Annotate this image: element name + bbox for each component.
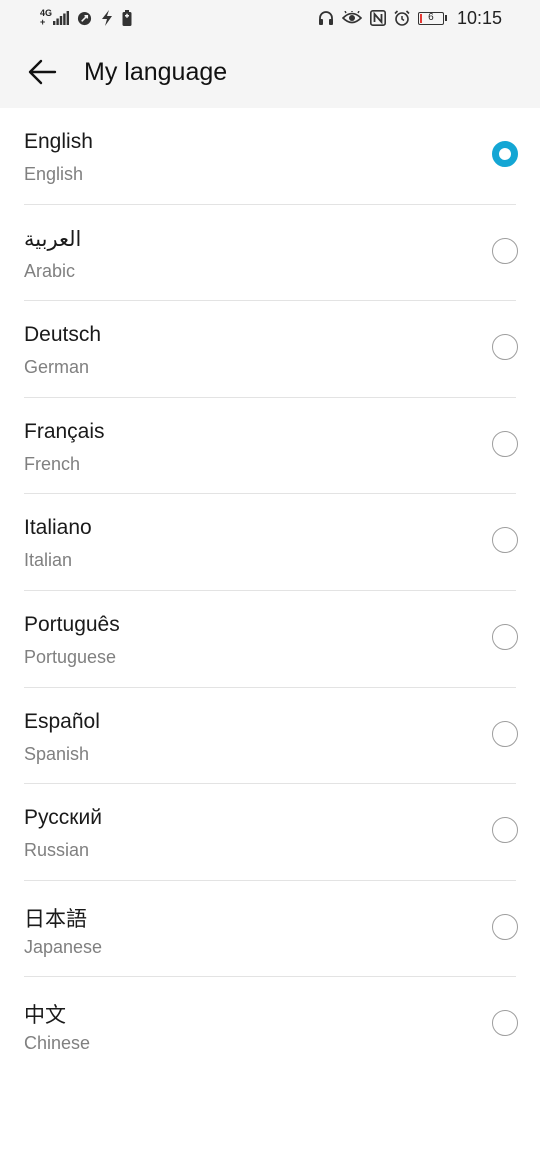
flash-icon bbox=[100, 8, 114, 28]
radio-button[interactable] bbox=[492, 334, 518, 361]
radio-button[interactable] bbox=[492, 913, 518, 940]
radio-button[interactable] bbox=[492, 527, 518, 554]
page-title: My language bbox=[84, 57, 228, 86]
status-bar-left: 4G + bbox=[40, 8, 132, 28]
language-list: English English العربية Arabic Deutsch G… bbox=[0, 108, 540, 1074]
eye-comfort-icon bbox=[341, 8, 362, 28]
battery-saver-icon bbox=[122, 8, 132, 28]
network-activity-label: + bbox=[40, 17, 46, 27]
app-bar: My language bbox=[0, 36, 540, 108]
headset-icon bbox=[318, 8, 334, 28]
language-option-german[interactable]: Deutsch German bbox=[0, 301, 540, 398]
radio-button[interactable] bbox=[492, 237, 518, 264]
language-option-chinese[interactable]: 中文 Chinese bbox=[0, 977, 540, 1074]
signal-icon: 4G + bbox=[40, 8, 70, 28]
clock: 10:15 bbox=[456, 7, 502, 28]
language-native-name: Français bbox=[24, 419, 105, 443]
language-native-name: Deutsch bbox=[24, 323, 102, 347]
battery-level-text: 6 bbox=[428, 11, 434, 23]
radio-button[interactable] bbox=[492, 720, 518, 747]
language-option-spanish[interactable]: Español Spanish bbox=[0, 688, 540, 785]
battery-icon: 6 bbox=[417, 11, 447, 25]
language-english-name: Chinese bbox=[24, 1033, 91, 1054]
language-option-russian[interactable]: Русский Russian bbox=[0, 784, 540, 881]
language-native-name: English bbox=[24, 130, 93, 153]
radio-button[interactable] bbox=[492, 1010, 518, 1037]
network-type: 4G + bbox=[40, 9, 52, 27]
language-english-name: French bbox=[24, 453, 81, 474]
language-native-name: 日本語 bbox=[24, 907, 87, 931]
alarm-icon bbox=[394, 8, 410, 28]
radio-button[interactable] bbox=[492, 623, 518, 650]
data-saver-icon bbox=[77, 8, 92, 28]
radio-button[interactable] bbox=[492, 817, 518, 844]
language-english-name: Portuguese bbox=[24, 646, 117, 667]
language-english-name: Italian bbox=[24, 550, 73, 571]
language-option-italian[interactable]: Italiano Italian bbox=[0, 494, 540, 591]
language-english-name: English bbox=[24, 164, 84, 184]
language-english-name: Arabic bbox=[24, 260, 76, 281]
radio-button[interactable] bbox=[492, 141, 518, 167]
language-native-name: Español bbox=[24, 709, 100, 733]
status-bar-right: 6 10:15 bbox=[318, 8, 502, 29]
language-native-name: Italiano bbox=[24, 516, 92, 540]
language-option-japanese[interactable]: 日本語 Japanese bbox=[0, 881, 540, 978]
back-button[interactable] bbox=[20, 50, 64, 94]
language-native-name: العربية bbox=[24, 227, 82, 251]
language-option-english[interactable]: English English bbox=[0, 108, 540, 205]
arrow-left-icon bbox=[28, 59, 57, 85]
battery-body: 6 bbox=[417, 11, 444, 25]
language-option-french[interactable]: Français French bbox=[0, 398, 540, 495]
radio-button[interactable] bbox=[492, 430, 518, 457]
language-english-name: Japanese bbox=[24, 936, 103, 957]
language-english-name: German bbox=[24, 357, 90, 378]
status-bar: 4G + 6 10:15 bbox=[0, 0, 540, 36]
language-option-portuguese[interactable]: Português Portuguese bbox=[0, 591, 540, 688]
battery-tip bbox=[444, 15, 447, 21]
language-english-name: Russian bbox=[24, 840, 90, 861]
language-native-name: 中文 bbox=[24, 1004, 66, 1028]
language-native-name: Português bbox=[24, 612, 120, 636]
language-english-name: Spanish bbox=[24, 743, 90, 764]
battery-level-fill bbox=[419, 13, 422, 23]
nfc-icon bbox=[369, 8, 386, 28]
language-option-arabic[interactable]: العربية Arabic bbox=[0, 205, 540, 302]
language-native-name: Русский bbox=[24, 806, 102, 830]
